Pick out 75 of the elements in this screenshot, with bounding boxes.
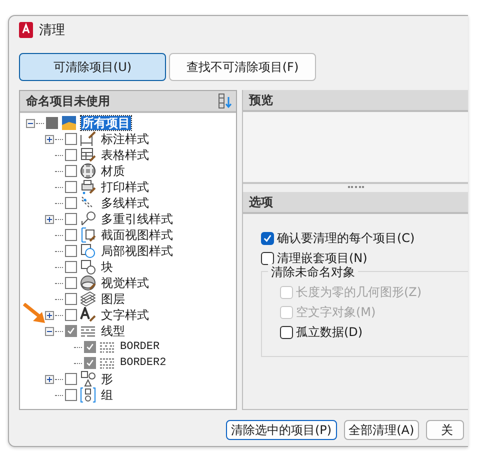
panel-title: 预览 [249,92,273,108]
tree-item-icon [80,147,96,163]
tree-item[interactable]: 多重引线样式 [100,212,174,226]
collapse-icon[interactable] [26,118,35,128]
tree-item[interactable]: 所有项目 [81,116,131,130]
checkbox[interactable] [65,277,77,289]
checkbox[interactable] [65,213,77,225]
tree-item[interactable]: 文字样式 [100,308,150,322]
checkbox-label[interactable]: 清理嵌套项目(N) [277,250,368,266]
action-button[interactable]: 关 [426,420,464,440]
tree-item-icon [80,163,96,179]
app-icon [19,22,33,38]
tree-item[interactable]: 表格样式 [100,148,150,162]
action-button[interactable]: 清除选中的项目(P) [226,420,337,440]
expand-icon[interactable] [45,310,54,320]
group-title: 清除未命名对象 [268,264,358,281]
tree-item[interactable]: 截面视图样式 [100,228,174,242]
tree-item[interactable]: BORDER2 [119,356,168,370]
tree-item-icon [80,387,96,403]
checkbox-label[interactable]: 孤立数据(D) [296,324,363,340]
tab[interactable]: 可清除项目(U) [19,53,166,81]
checkbox[interactable] [84,341,96,353]
checkbox[interactable] [65,149,77,161]
collapse-icon[interactable] [45,326,54,336]
expand-icon[interactable] [45,374,54,384]
tree-item[interactable]: 局部视图样式 [100,244,174,258]
tree-item[interactable]: 图层 [100,292,126,306]
checkbox[interactable] [65,309,77,321]
tree-item-icon [80,131,96,147]
tree-item[interactable]: 形 [100,372,114,386]
checkbox[interactable] [65,293,77,305]
checkbox[interactable] [65,181,77,193]
checkbox[interactable] [65,389,77,401]
action-button[interactable]: 全部清理(A) [344,420,420,440]
tree-item[interactable]: 组 [100,388,114,402]
tab[interactable]: 查找不可清除项目(F) [169,53,316,81]
checkbox[interactable] [261,252,274,264]
panel-title: 命名项目未使用 [26,92,110,110]
expand-icon[interactable] [45,134,54,144]
checkbox-label[interactable]: 确认要清理的每个项目(C) [277,230,415,246]
tree-item[interactable]: 多线样式 [100,196,150,210]
tree-item-icon [80,275,96,291]
tree-item-icon [80,227,96,243]
tree-item[interactable]: 标注样式 [100,132,150,146]
tree-item[interactable]: 材质 [100,164,126,178]
checkbox[interactable] [65,261,77,273]
window-title: 清理 [39,22,65,39]
tree-item[interactable]: 线型 [100,324,126,338]
tree-item[interactable]: 块 [100,260,114,274]
checkbox[interactable] [65,133,77,145]
tree-item-icon [80,211,96,227]
checkbox[interactable] [46,117,58,129]
expand-icon[interactable] [45,214,54,224]
tree-item-icon [80,291,96,307]
checkbox[interactable] [65,245,77,257]
tree-item-icon [80,179,96,195]
checkbox[interactable] [65,229,77,241]
tree-item[interactable]: 打印样式 [100,180,150,194]
checkbox[interactable] [65,325,77,337]
tree-item-icon [80,371,96,387]
panel-title: 选项 [249,194,273,210]
checkbox[interactable] [84,357,96,369]
tree-item[interactable]: 视觉样式 [100,276,150,290]
tree-item-icon [80,307,96,323]
tree-item-icon [80,243,96,259]
tree-item-icon [80,259,96,275]
tree-item-icon [61,115,77,131]
tree-item[interactable]: BORDER [119,340,161,354]
sort-icon[interactable] [218,93,232,109]
checkbox[interactable] [65,197,77,209]
checkbox[interactable] [280,326,293,338]
checkbox[interactable] [261,232,274,244]
checkbox[interactable] [65,165,77,177]
callout-arrow [23,303,47,325]
checkbox[interactable] [65,373,77,385]
